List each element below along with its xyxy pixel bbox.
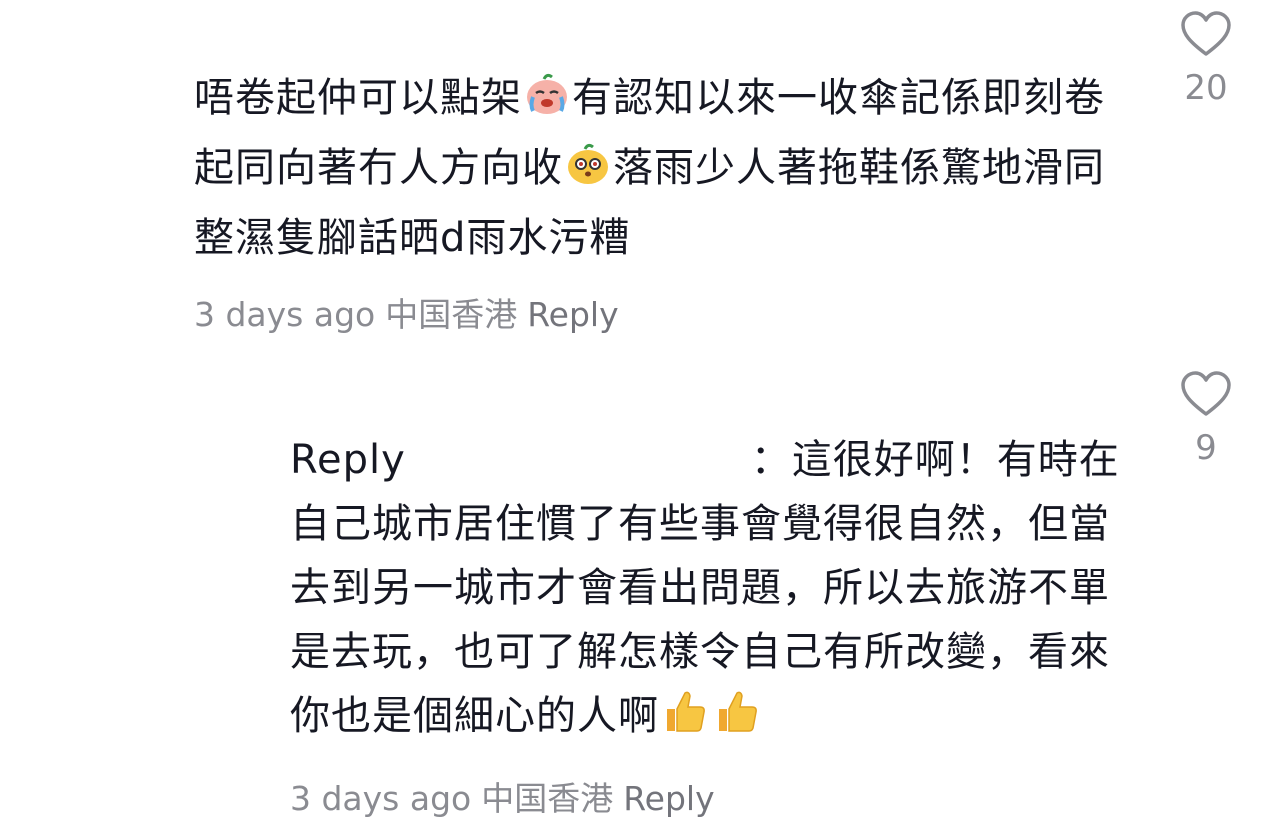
reply-prefix: Reply (290, 437, 406, 483)
reply-comment-item: Reply ：這很好啊！有時在自己城市居住慣了有些事會覺得很自然，但當去到另一城市… (290, 428, 1120, 820)
comment-text: Reply ：這很好啊！有時在自己城市居住慣了有些事會覺得很自然，但當去到另一城市… (290, 428, 1120, 754)
comment-meta: 3 days ago 中国香港 Reply (290, 772, 1120, 820)
thumbs-up-emoji-icon (713, 687, 761, 754)
like-button[interactable]: 9 (1166, 370, 1246, 468)
comment-location: 中国香港 (481, 779, 614, 818)
thumbs-up-emoji-icon (661, 687, 709, 754)
comment-meta: 3 days ago 中国香港 Reply (194, 288, 1114, 336)
reply-button[interactable]: Reply (623, 779, 714, 818)
comment-item: 唔卷起仲可以點架 有認知以來一收傘記係即刻卷起同向著冇人方向收 落雨少人著拖鞋係驚地… (194, 66, 1114, 336)
comment-timestamp: 3 days ago (194, 295, 376, 334)
surprised-face-emoji-icon (565, 141, 611, 206)
comment-text: 唔卷起仲可以點架 有認知以來一收傘記係即刻卷起同向著冇人方向收 落雨少人著拖鞋係驚地… (194, 66, 1114, 270)
heart-outline-icon (1181, 11, 1231, 56)
comment-text-part: 唔卷起仲可以點架 (194, 75, 522, 121)
heart-outline-icon (1181, 371, 1231, 416)
crying-face-emoji-icon (524, 71, 570, 136)
like-count: 20 (1184, 68, 1228, 108)
reply-button[interactable]: Reply (527, 295, 618, 334)
comment-timestamp: 3 days ago (290, 779, 472, 818)
like-count: 9 (1195, 428, 1217, 468)
like-button[interactable]: 20 (1166, 10, 1246, 108)
comment-location: 中国香港 (385, 295, 518, 334)
